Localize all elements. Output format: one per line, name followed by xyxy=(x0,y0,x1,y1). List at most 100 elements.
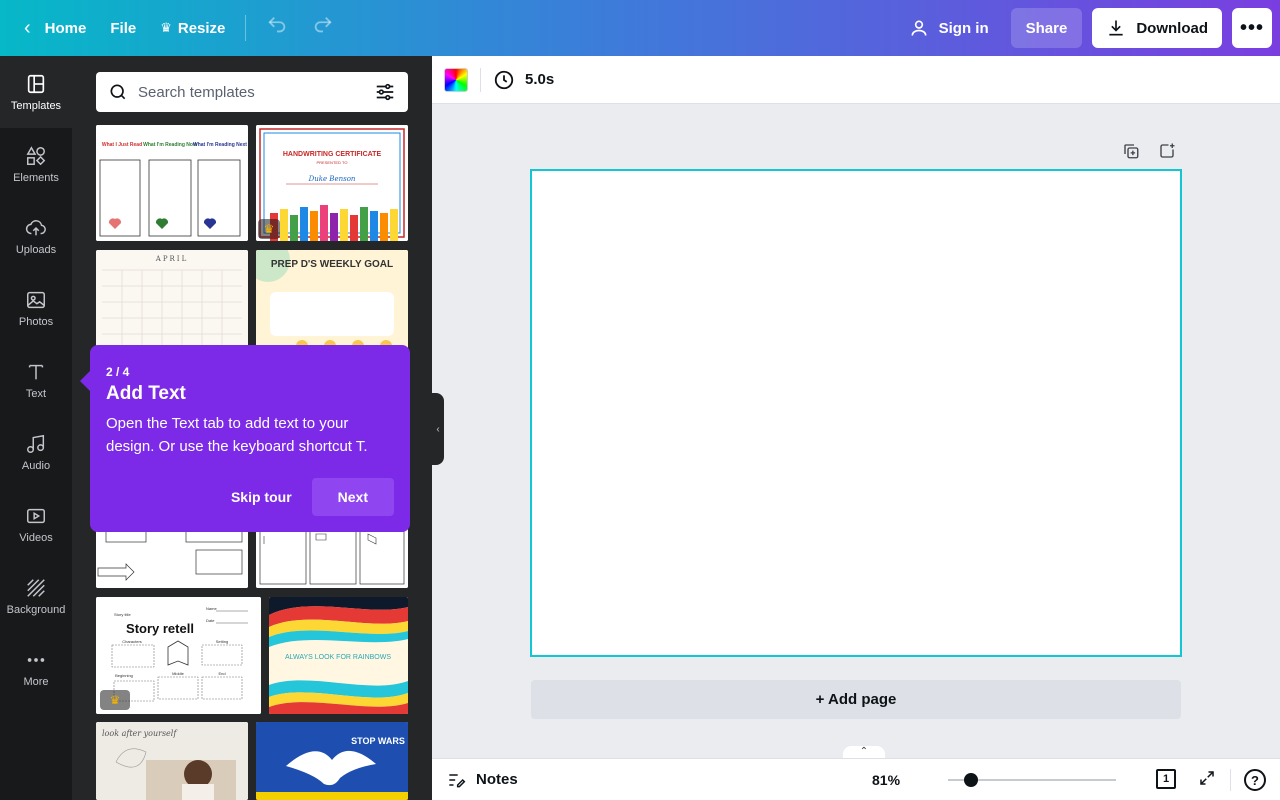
file-menu-button[interactable]: File xyxy=(98,8,148,48)
certificate-sub: PRESENTED TO xyxy=(317,160,348,165)
elements-icon xyxy=(26,145,46,165)
notes-label: Notes xyxy=(476,771,518,788)
ellipsis-icon: ••• xyxy=(1239,16,1264,39)
story-title-label: Story title xyxy=(114,612,131,617)
rail-label-text: Text xyxy=(25,387,47,400)
rail-item-elements[interactable]: Elements xyxy=(0,128,72,200)
background-icon xyxy=(27,578,45,597)
help-icon[interactable]: ? xyxy=(1244,769,1266,791)
share-label: Share xyxy=(1025,19,1068,37)
photos-icon xyxy=(27,291,45,308)
premium-crown-icon: ♛ xyxy=(100,690,130,710)
template-preview: PREP D'S WEEKLY GOAL xyxy=(256,250,408,360)
editor-footer: Notes 81% 1 ? xyxy=(432,758,1280,800)
template-card[interactable]: PREP D'S WEEKLY GOAL xyxy=(256,250,408,360)
add-page-button[interactable]: + Add page xyxy=(531,680,1181,719)
templates-icon xyxy=(27,74,45,93)
template-preview: APRIL xyxy=(96,250,248,360)
filter-icon[interactable] xyxy=(374,81,396,103)
story-end-label: End xyxy=(218,671,225,676)
look-after-text: look after yourself xyxy=(102,729,178,738)
rail-item-more[interactable]: More xyxy=(0,632,72,704)
template-preview: STOP WARS xyxy=(256,722,408,800)
download-icon xyxy=(1109,20,1123,36)
template-card[interactable]: look after yourself xyxy=(96,722,248,800)
add-page-icon[interactable] xyxy=(1158,142,1176,160)
rail-item-text[interactable]: Text xyxy=(0,344,72,416)
template-card[interactable]: STOP WARS xyxy=(256,722,408,800)
user-icon xyxy=(911,20,927,36)
tour-title: Add Text xyxy=(106,383,186,404)
sign-in-button[interactable]: Sign in xyxy=(897,8,1001,48)
resize-button[interactable]: ♛ Resize xyxy=(148,8,237,48)
collapse-panel-handle[interactable]: ‹ xyxy=(432,393,444,465)
skip-tour-button[interactable]: Skip tour xyxy=(221,478,302,516)
share-button[interactable]: Share xyxy=(1010,8,1083,48)
redo-icon[interactable] xyxy=(300,14,346,42)
reading-header-1: What I Just Read xyxy=(102,142,142,148)
rail-item-videos[interactable]: Videos xyxy=(0,488,72,560)
rail-label-templates: Templates xyxy=(10,99,62,112)
story-date-label: Date xyxy=(206,618,215,623)
rail-label-audio: Audio xyxy=(21,459,51,472)
rail-item-uploads[interactable]: Uploads xyxy=(0,200,72,272)
fullscreen-icon[interactable] xyxy=(1198,769,1216,792)
template-card[interactable]: What I Just Read What I'm Reading Now Wh… xyxy=(96,125,248,241)
certificate-name: Duke Benson xyxy=(308,175,356,183)
template-card[interactable]: HANDWRITING CERTIFICATE PRESENTED TO Duk… xyxy=(256,125,408,241)
side-nav: Templates Elements Uploads Photos Text A… xyxy=(0,56,72,800)
footer-divider xyxy=(1230,769,1231,791)
duration-button[interactable]: 5.0s xyxy=(493,69,554,91)
background-color-picker[interactable] xyxy=(444,67,468,92)
text-icon xyxy=(28,364,44,379)
more-options-button[interactable]: ••• xyxy=(1232,8,1272,48)
premium-crown-icon: ♛ xyxy=(258,219,280,239)
rail-label-background: Background xyxy=(6,603,66,616)
next-button[interactable]: Next xyxy=(311,478,394,516)
clock-icon xyxy=(494,70,514,89)
template-preview: What I Just Read What I'm Reading Now Wh… xyxy=(96,125,248,241)
template-preview: look after yourself xyxy=(96,722,248,800)
story-middle-label: Middle xyxy=(172,671,185,676)
uploads-icon xyxy=(25,219,46,235)
sign-in-label: Sign in xyxy=(938,19,989,37)
story-retell-title: Story retell xyxy=(126,621,194,636)
undo-icon[interactable] xyxy=(254,14,300,42)
notes-button[interactable]: Notes xyxy=(446,770,518,790)
rainbow-text: ALWAYS LOOK FOR RAINBOWS xyxy=(285,654,391,661)
template-card[interactable]: Story title Name Date Story retell Chara… xyxy=(96,597,261,714)
zoom-percentage[interactable]: 81% xyxy=(872,772,900,788)
page-count-button[interactable]: 1 xyxy=(1156,769,1176,789)
search-icon xyxy=(110,84,126,100)
story-beginning-label: Beginning xyxy=(115,673,133,678)
resize-label: Resize xyxy=(177,19,226,37)
rail-label-photos: Photos xyxy=(18,315,54,328)
rail-item-background[interactable]: Background xyxy=(0,560,72,632)
template-preview: ALWAYS LOOK FOR RAINBOWS xyxy=(269,597,408,714)
toolbar-divider xyxy=(480,67,481,92)
home-button[interactable]: ‹ Home xyxy=(12,8,98,48)
duplicate-page-icon[interactable] xyxy=(1122,142,1140,160)
calendar-month: APRIL xyxy=(155,255,188,263)
home-label: Home xyxy=(44,19,87,37)
design-canvas[interactable] xyxy=(530,169,1182,657)
search-input[interactable] xyxy=(138,83,374,101)
chevron-left-icon: ‹ xyxy=(436,423,440,435)
crown-icon: ♛ xyxy=(160,20,172,35)
rail-label-elements: Elements xyxy=(13,171,59,184)
toolbar-divider xyxy=(245,15,247,41)
top-bar: ‹ Home File ♛ Resize Sign in Share Downl… xyxy=(0,0,1280,56)
rail-item-templates[interactable]: Templates xyxy=(0,56,72,128)
chevron-left-icon: ‹ xyxy=(24,16,31,39)
zoom-slider[interactable] xyxy=(948,773,1116,787)
template-card[interactable]: APRIL xyxy=(96,250,248,360)
rail-label-videos: Videos xyxy=(19,531,53,544)
zoom-slider-handle[interactable] xyxy=(964,773,978,787)
rail-item-audio[interactable]: Audio xyxy=(0,416,72,488)
rail-item-photos[interactable]: Photos xyxy=(0,272,72,344)
search-box[interactable] xyxy=(96,72,408,112)
template-card[interactable]: ALWAYS LOOK FOR RAINBOWS xyxy=(269,597,408,714)
story-setting-label: Setting xyxy=(216,639,228,644)
reading-header-3: What I'm Reading Next xyxy=(193,142,247,148)
download-button[interactable]: Download xyxy=(1092,8,1222,48)
